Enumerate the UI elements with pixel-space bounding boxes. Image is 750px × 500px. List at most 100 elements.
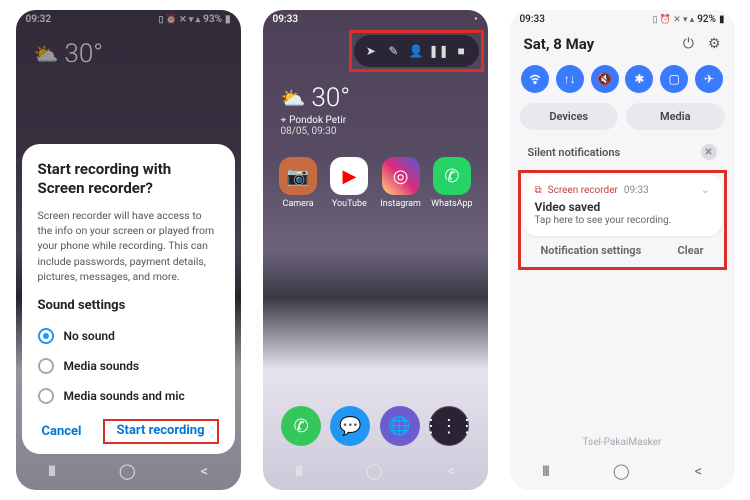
weather-temp: 30° <box>311 83 350 113</box>
notification-settings-button[interactable]: Notification settings <box>541 244 642 257</box>
silent-label: Silent notifications <box>528 146 621 159</box>
dialog-body: Screen recorder will have access to the … <box>38 208 219 284</box>
dock-phone-icon[interactable]: ✆ <box>281 406 321 446</box>
silent-notifications-header: Silent notifications ✕ <box>510 138 735 166</box>
status-battery: 92% <box>697 14 716 25</box>
nav-back-icon[interactable]: < <box>447 462 455 480</box>
status-icons: • <box>474 15 477 25</box>
system-nav-bar: III ◯ < <box>16 454 241 490</box>
carrier-label: Tsel-PakaiMasker <box>510 431 735 454</box>
nav-home-icon[interactable]: ◯ <box>119 462 136 480</box>
radio-label: No sound <box>64 329 115 343</box>
weather-widget[interactable]: ⛅ 30° <box>263 73 488 115</box>
app-label: Instagram <box>380 199 421 209</box>
status-icons: ▯ ⏰ ✕ ▾ ▴ <box>653 15 695 25</box>
nav-recent-icon[interactable]: III <box>295 462 301 480</box>
nav-recent-icon[interactable]: III <box>48 462 54 480</box>
app-label: Camera <box>283 199 314 209</box>
radio-icon <box>38 358 54 374</box>
radio-no-sound[interactable]: No sound <box>38 321 219 351</box>
clear-button[interactable]: Clear <box>678 244 704 257</box>
radio-icon <box>38 328 54 344</box>
location-text: Pondok Petir <box>289 115 346 126</box>
sound-settings-heading: Sound settings <box>38 298 219 313</box>
app-camera[interactable]: 📷 Camera <box>274 157 322 209</box>
dialog-title: Start recording with Screen recorder? <box>38 160 219 198</box>
dock-apps-icon[interactable]: ⋮⋮⋮ <box>429 406 469 446</box>
system-nav-bar: III ◯ < <box>510 454 735 490</box>
status-time: 09:33 <box>273 14 299 25</box>
dock: ✆ 💬 🌐 ⋮⋮⋮ <box>263 386 488 454</box>
weather-location: ⌖ Pondok Petir <box>263 115 488 126</box>
recorder-pause-icon[interactable]: ❚❚ <box>428 40 450 62</box>
quick-settings-toggles: ↑↓ 🔇 ✱ ▢ ✈ <box>510 59 735 103</box>
highlight-start-recording: Start recording <box>103 419 219 444</box>
radio-media-and-mic[interactable]: Media sounds and mic <box>38 381 219 411</box>
recorder-pointer-icon[interactable]: ➤ <box>360 40 382 62</box>
dock-browser-icon[interactable]: 🌐 <box>380 406 420 446</box>
notification-time: 09:33 <box>624 185 649 196</box>
app-label: YouTube <box>332 199 367 209</box>
nav-back-icon[interactable]: < <box>694 462 702 480</box>
notification-title: Video saved <box>535 200 710 214</box>
power-icon[interactable]: ⏻ <box>683 36 694 52</box>
highlight-recorder-toolbar: ➤ ✎ 👤 ❚❚ ■ <box>349 30 484 72</box>
toggle-sound-icon[interactable]: 🔇 <box>591 65 619 93</box>
status-right: ▯ ⏰ ✕ ▾ ▴ 92% ▮ <box>653 14 725 25</box>
recorder-selfie-icon[interactable]: 👤 <box>405 40 427 62</box>
battery-icon: ▮ <box>719 14 725 25</box>
quick-settings-chips: Devices Media <box>510 103 735 138</box>
system-nav-bar: III ◯ < <box>263 454 488 490</box>
screenshot-2-recording-toolbar: 09:33 • ➤ ✎ 👤 ❚❚ ■ ⛅ 30° ⌖ Pondok Petir … <box>263 10 488 490</box>
screen-recorder-permission-dialog: Start recording with Screen recorder? Sc… <box>22 144 235 454</box>
screenshot-3-notification-shade: 09:33 ▯ ⏰ ✕ ▾ ▴ 92% ▮ Sat, 8 May ⏻ ⚙ ↑↓ … <box>510 10 735 490</box>
status-bar: 09:33 ▯ ⏰ ✕ ▾ ▴ 92% ▮ <box>510 10 735 29</box>
recorder-app-icon: ⧉ <box>535 185 542 196</box>
radio-label: Media sounds <box>64 359 140 373</box>
recorder-floating-toolbar: ➤ ✎ 👤 ❚❚ ■ <box>354 35 479 67</box>
app-row: 📷 Camera ▶ YouTube ◎ Instagram ✆ WhatsAp… <box>263 147 488 219</box>
radio-label: Media sounds and mic <box>64 389 185 403</box>
radio-icon <box>38 388 54 404</box>
quick-settings-date: Sat, 8 May <box>524 35 595 53</box>
nav-back-icon[interactable]: < <box>200 462 208 480</box>
nav-home-icon[interactable]: ◯ <box>613 462 630 480</box>
weather-timestamp: 08/05, 09:30 <box>263 126 488 147</box>
chevron-down-icon[interactable]: ⌄ <box>701 185 709 196</box>
notification-app-name: Screen recorder <box>548 185 618 196</box>
chip-devices[interactable]: Devices <box>520 103 619 130</box>
notification-panel-actions: Notification settings Clear <box>523 236 722 265</box>
camera-icon: 📷 <box>279 157 317 195</box>
instagram-icon: ◎ <box>382 157 420 195</box>
status-bar: 09:33 • <box>263 10 488 29</box>
notification-card[interactable]: ⧉ Screen recorder 09:33 ⌄ Video saved Ta… <box>523 175 722 236</box>
screenshot-1-permission-dialog: 09:32 ▯ ⏰ ✕ ▾ ▴ 93% ▮ ⛅ 30° Start record… <box>16 10 241 490</box>
location-pin-icon: ⌖ <box>281 115 287 126</box>
close-icon[interactable]: ✕ <box>701 144 717 160</box>
toggle-wifi-icon[interactable] <box>521 65 549 93</box>
weather-icon: ⛅ <box>281 86 306 110</box>
settings-gear-icon[interactable]: ⚙ <box>708 36 721 52</box>
notification-subtitle: Tap here to see your recording. <box>535 215 710 226</box>
recorder-stop-icon[interactable]: ■ <box>450 40 472 62</box>
cancel-button[interactable]: Cancel <box>38 419 86 444</box>
radio-media-sounds[interactable]: Media sounds <box>38 351 219 381</box>
toggle-bluetooth-icon[interactable]: ✱ <box>625 65 653 93</box>
quick-settings-header: Sat, 8 May ⏻ ⚙ <box>510 29 735 59</box>
youtube-icon: ▶ <box>330 157 368 195</box>
highlight-notification-card: ⧉ Screen recorder 09:33 ⌄ Video saved Ta… <box>518 170 727 270</box>
app-whatsapp[interactable]: ✆ WhatsApp <box>428 157 476 209</box>
status-time: 09:33 <box>520 14 545 25</box>
toggle-data-icon[interactable]: ↑↓ <box>556 65 584 93</box>
chip-media[interactable]: Media <box>626 103 725 130</box>
dock-messages-icon[interactable]: 💬 <box>330 406 370 446</box>
app-label: WhatsApp <box>431 199 472 209</box>
toggle-rotate-icon[interactable]: ▢ <box>660 65 688 93</box>
app-instagram[interactable]: ◎ Instagram <box>377 157 425 209</box>
recorder-draw-icon[interactable]: ✎ <box>382 40 404 62</box>
start-recording-button[interactable]: Start recording <box>113 418 209 443</box>
app-youtube[interactable]: ▶ YouTube <box>325 157 373 209</box>
nav-recent-icon[interactable]: III <box>542 462 548 480</box>
nav-home-icon[interactable]: ◯ <box>366 462 383 480</box>
toggle-airplane-icon[interactable]: ✈ <box>695 65 723 93</box>
